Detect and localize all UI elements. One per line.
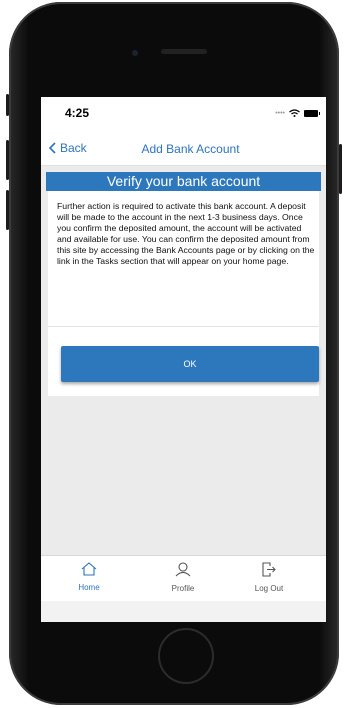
tab-logout-label: Log Out [254, 584, 284, 593]
tab-home-label: Home [78, 583, 100, 592]
battery-icon [304, 109, 320, 117]
home-hardware-button[interactable] [158, 628, 214, 684]
status-bar: 4:25 •••• [41, 97, 326, 133]
profile-icon [175, 562, 191, 577]
tab-profile[interactable]: Profile [143, 562, 223, 593]
power-button [339, 144, 342, 194]
logout-icon [262, 562, 276, 577]
status-time: 4:25 [65, 106, 90, 120]
tab-bar: Home Profile Log Out [41, 555, 326, 602]
verify-banner: Verify your bank account [46, 172, 321, 191]
screen: 4:25 •••• Back Add Bank Account Verify y [41, 97, 326, 622]
phone-frame: 4:25 •••• Back Add Bank Account Verify y [6, 2, 342, 705]
volume-down-button [6, 190, 9, 230]
tab-logout[interactable]: Log Out [229, 562, 309, 593]
message-text: Further action is required to activate t… [57, 201, 315, 266]
nav-bar: Back Add Bank Account [41, 133, 326, 166]
camera [132, 50, 138, 56]
speaker [161, 49, 207, 54]
tab-home[interactable]: Home [49, 562, 129, 592]
wifi-icon [289, 109, 300, 117]
volume-up-button [6, 140, 9, 180]
side-button [6, 94, 9, 116]
divider [48, 326, 319, 327]
status-icons: •••• [275, 109, 320, 117]
ok-button[interactable]: OK [61, 346, 319, 382]
bottom-strip [41, 601, 326, 622]
message-card: Further action is required to activate t… [48, 191, 319, 396]
home-icon [81, 562, 97, 576]
page-title: Add Bank Account [141, 142, 240, 156]
tab-profile-label: Profile [171, 584, 195, 593]
signal-icon: •••• [275, 109, 285, 117]
